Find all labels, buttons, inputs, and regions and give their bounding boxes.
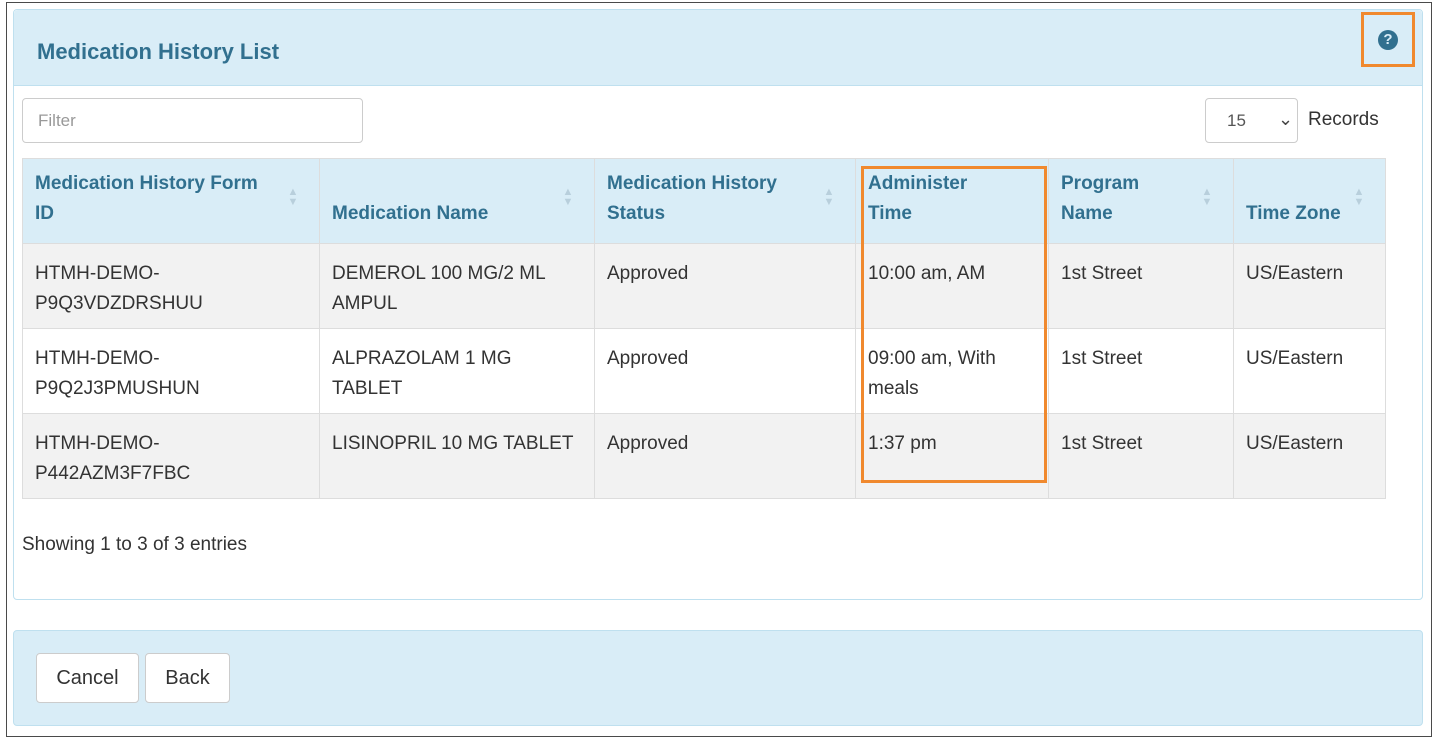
back-button[interactable]: Back	[145, 653, 230, 703]
page-title: Medication History List	[37, 39, 280, 64]
cancel-button[interactable]: Cancel	[36, 653, 139, 703]
cell-administer-time: 09:00 am, With meals	[855, 328, 1049, 414]
column-header-administer-time[interactable]: Administer Time	[855, 158, 1049, 244]
cell-program-name: 1st Street	[1048, 243, 1234, 329]
help-highlight-box: ?	[1361, 12, 1415, 67]
table-row[interactable]: HTMH-DEMO-P9Q2J3PMUSHUN ALPRAZOLAM 1 MG …	[22, 328, 1386, 414]
records-selected-value: 15	[1227, 111, 1246, 130]
chevron-down-icon: ⌄	[1278, 109, 1294, 129]
records-label: Records	[1308, 109, 1379, 130]
filter-input[interactable]	[22, 98, 363, 143]
cell-program-name: 1st Street	[1048, 413, 1234, 499]
table-row[interactable]: HTMH-DEMO-P442AZM3F7FBC LISINOPRIL 10 MG…	[22, 413, 1386, 499]
entries-info: Showing 1 to 3 of 3 entries	[22, 534, 247, 555]
cell-medication-name: DEMEROL 100 MG/2 ML AMPUL	[319, 243, 595, 329]
cell-form-id: HTMH-DEMO-P9Q2J3PMUSHUN	[22, 328, 320, 414]
column-header-medication-name[interactable]: Medication Name ▲ ▼	[319, 158, 595, 244]
cell-form-id: HTMH-DEMO-P9Q3VDZDRSHUU	[22, 243, 320, 329]
cell-time-zone: US/Eastern	[1233, 328, 1386, 414]
sort-icon: ▲ ▼	[562, 186, 574, 208]
column-header-time-zone[interactable]: Time Zone ▲ ▼	[1233, 158, 1386, 244]
cell-medication-name: LISINOPRIL 10 MG TABLET	[319, 413, 595, 499]
cell-status: Approved	[594, 413, 856, 499]
table-header-row: Medication History Form ID ▲ ▼ Medication …	[22, 158, 1386, 244]
table-row[interactable]: HTMH-DEMO-P9Q3VDZDRSHUU DEMEROL 100 MG/2…	[22, 243, 1386, 329]
cell-status: Approved	[594, 328, 856, 414]
cell-administer-time: 1:37 pm	[855, 413, 1049, 499]
cell-status: Approved	[594, 243, 856, 329]
cell-administer-time: 10:00 am, AM	[855, 243, 1049, 329]
medication-history-table: Medication History Form ID ▲ ▼ Medication …	[22, 158, 1386, 499]
cell-form-id: HTMH-DEMO-P442AZM3F7FBC	[22, 413, 320, 499]
cell-program-name: 1st Street	[1048, 328, 1234, 414]
cell-medication-name: ALPRAZOLAM 1 MG TABLET	[319, 328, 595, 414]
records-per-page-select[interactable]: 15 ⌄	[1205, 98, 1298, 143]
question-circle-icon[interactable]: ?	[1378, 30, 1398, 50]
sort-icon: ▲ ▼	[287, 186, 299, 208]
sort-icon: ▲ ▼	[1201, 186, 1213, 208]
column-header-program-name[interactable]: Program Name ▲ ▼	[1048, 158, 1234, 244]
panel-header: Medication History List ?	[14, 10, 1422, 86]
sort-icon: ▲ ▼	[823, 186, 835, 208]
column-header-form-id[interactable]: Medication History Form ID ▲ ▼	[22, 158, 320, 244]
column-header-status[interactable]: Medication History Status ▲ ▼	[594, 158, 856, 244]
sort-icon: ▲ ▼	[1353, 186, 1365, 208]
cell-time-zone: US/Eastern	[1233, 413, 1386, 499]
cell-time-zone: US/Eastern	[1233, 243, 1386, 329]
footer-panel: Cancel Back	[13, 630, 1423, 726]
